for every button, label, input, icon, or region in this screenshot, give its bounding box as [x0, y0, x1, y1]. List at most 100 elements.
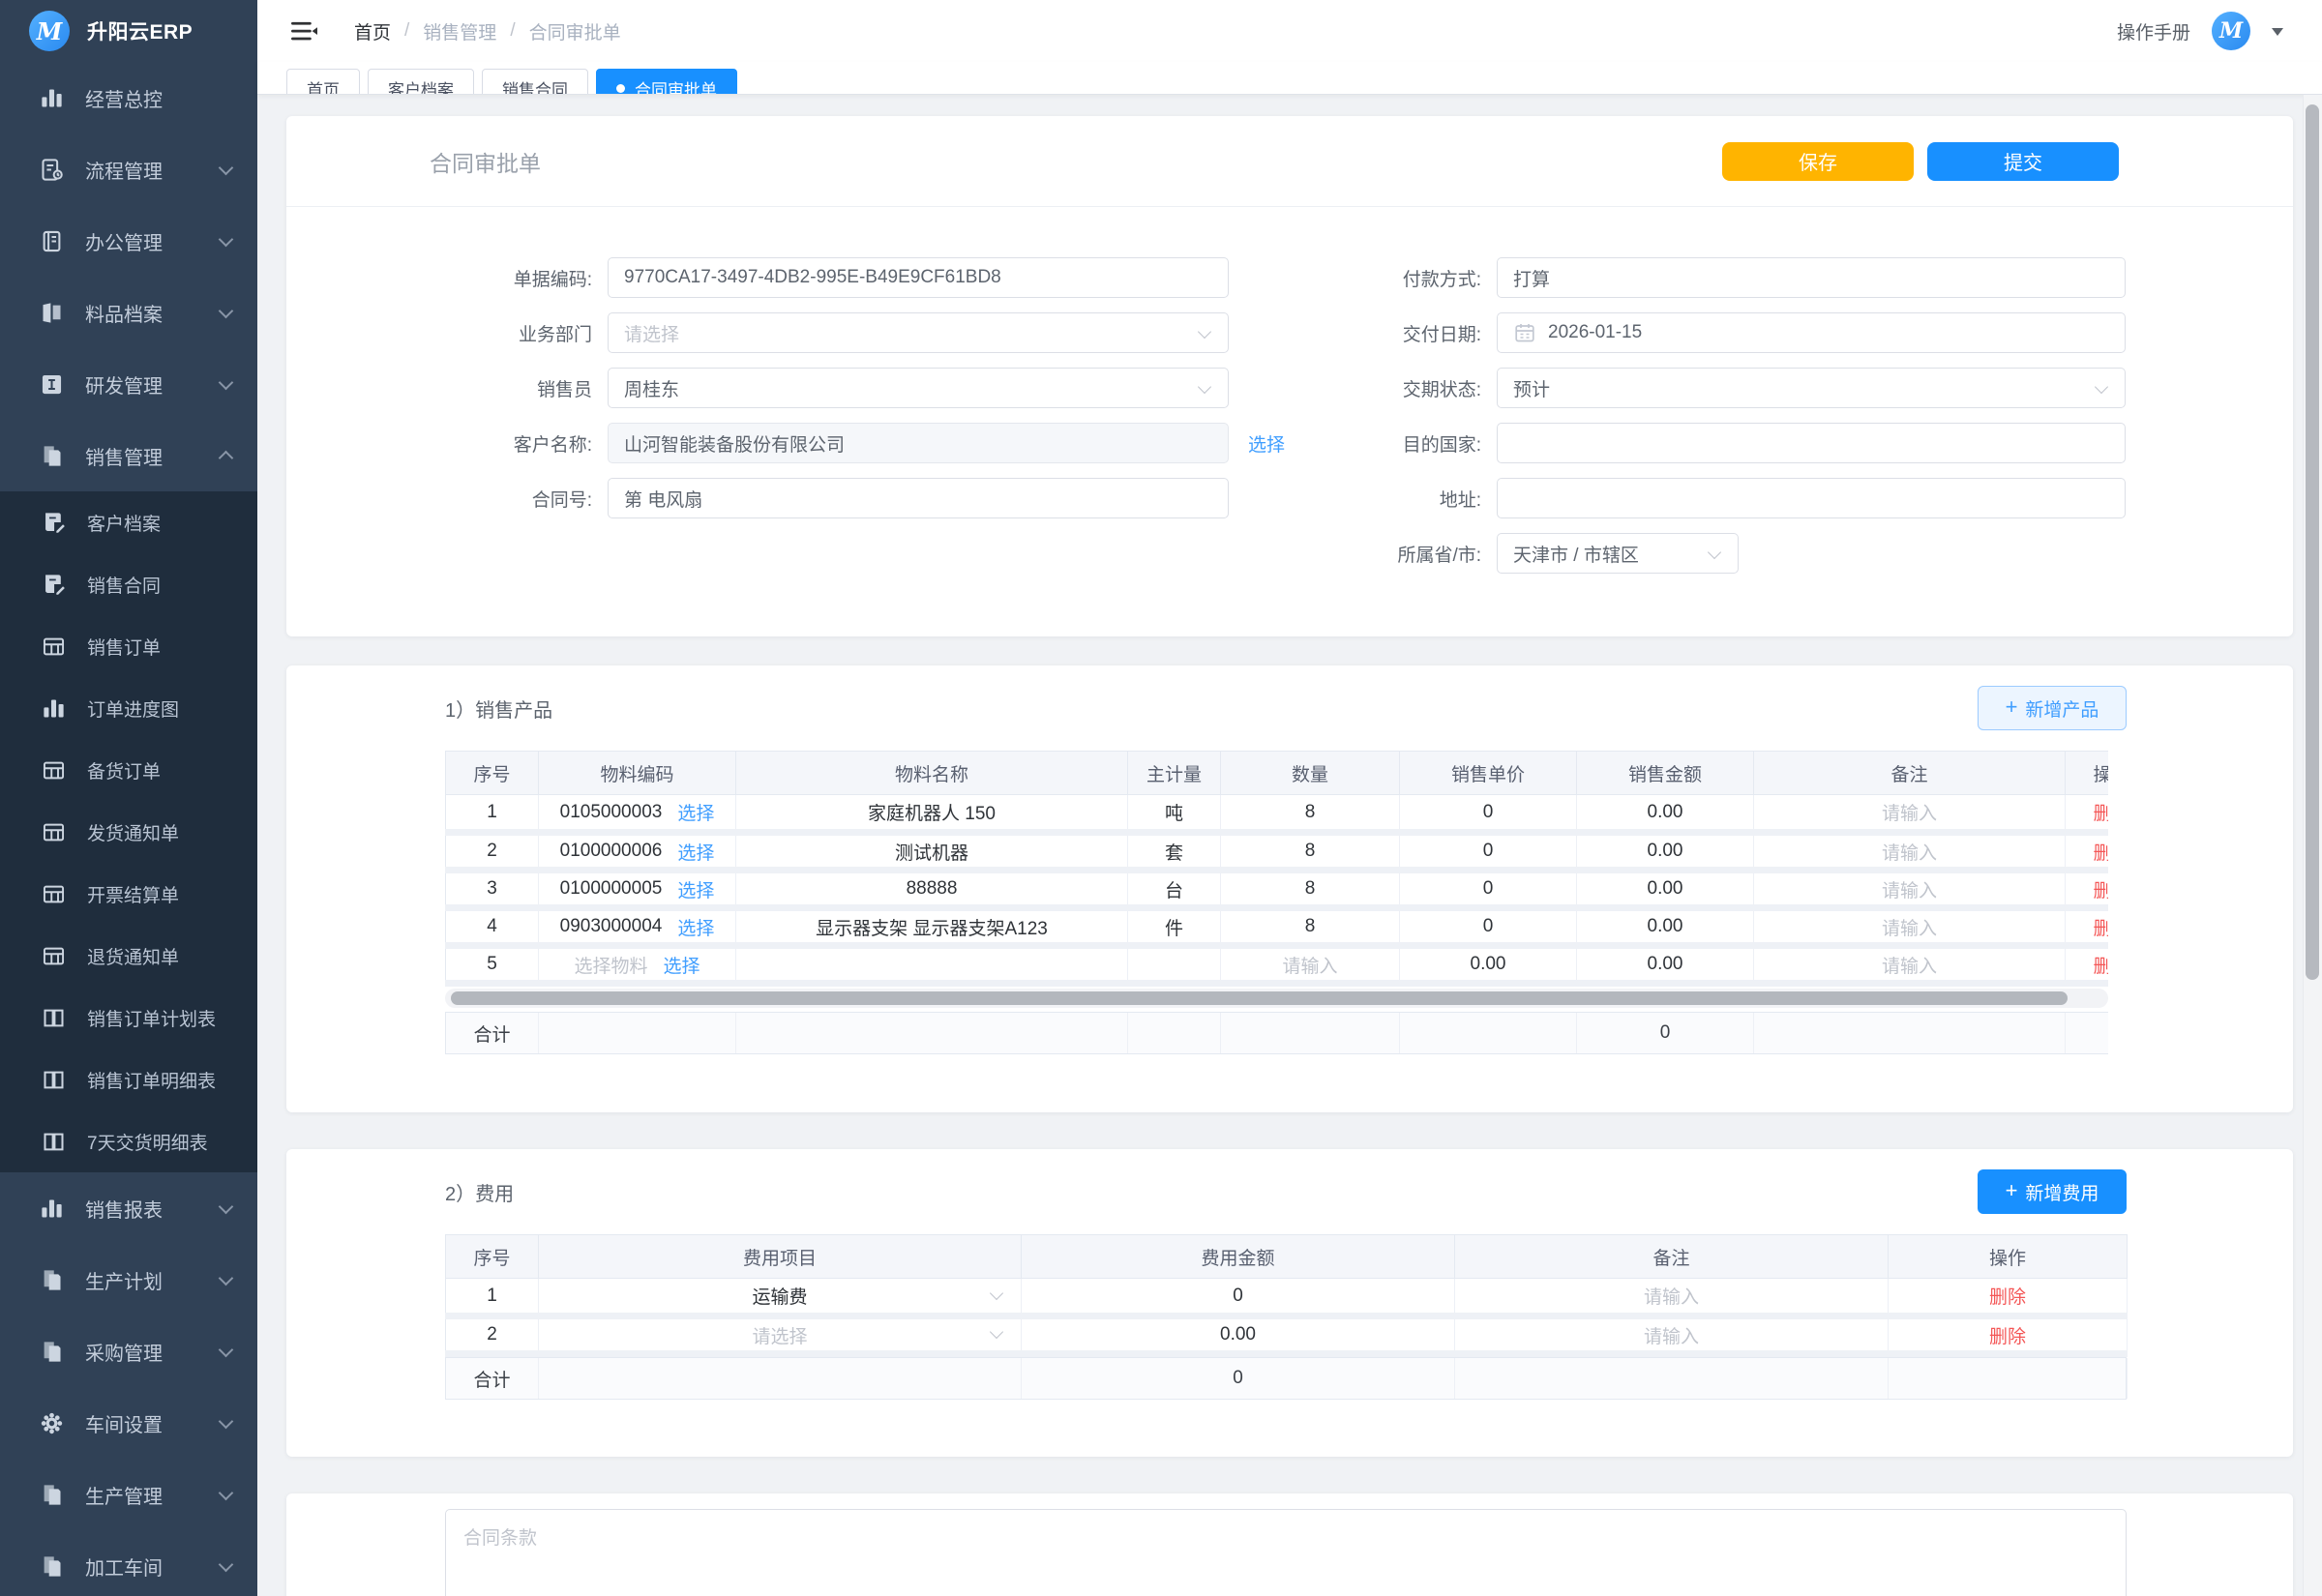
sidebar-item[interactable]: 7天交货明细表 [0, 1110, 257, 1172]
sidebar-collapse-icon[interactable] [290, 18, 317, 44]
remark-input[interactable]: 请输入 [1754, 946, 2066, 984]
sidebar-item[interactable]: 销售订单 [0, 615, 257, 677]
fee-amount-input[interactable]: 0 [1022, 1279, 1455, 1316]
material-code[interactable]: 0100000005 [560, 878, 663, 900]
province-city-select[interactable]: 天津市 / 市辖区 [1497, 533, 1739, 574]
destination-country-input[interactable] [1497, 423, 2126, 463]
vertical-scrollbar-thumb[interactable] [2306, 104, 2319, 980]
avatar[interactable]: M [2212, 12, 2250, 50]
submit-button[interactable]: 提交 [1927, 142, 2119, 181]
horizontal-scrollbar-thumb[interactable] [451, 991, 2068, 1005]
select-material-link[interactable]: 选择 [677, 839, 714, 865]
remark-input[interactable]: 请输入 [1754, 795, 2066, 833]
sidebar-item[interactable]: 销售订单明细表 [0, 1049, 257, 1110]
delete-link[interactable]: 删除 [2066, 871, 2109, 908]
price-input[interactable]: 0 [1400, 871, 1577, 908]
sidebar-item[interactable]: 料品档案 [0, 277, 257, 348]
delivery-date-input[interactable]: 2026-01-15 [1497, 312, 2126, 353]
sidebar-item[interactable]: 退货通知单 [0, 925, 257, 987]
horizontal-scrollbar[interactable] [445, 989, 2108, 1008]
sidebar-item[interactable]: 销售管理 [0, 420, 257, 491]
vertical-scrollbar[interactable] [2303, 95, 2322, 1596]
sidebar-item[interactable]: 销售订单计划表 [0, 987, 257, 1049]
sidebar-item[interactable]: 发货通知单 [0, 801, 257, 863]
material-code[interactable]: 0100000006 [560, 841, 663, 862]
price-input[interactable]: 0 [1400, 833, 1577, 871]
fee-remark-input[interactable]: 请输入 [1455, 1316, 1889, 1354]
sidebar-item[interactable]: 办公管理 [0, 205, 257, 277]
delete-link[interactable]: 删除 [2066, 908, 2109, 946]
add-product-button[interactable]: + 新增产品 [1978, 686, 2127, 730]
user-menu-caret-icon[interactable] [2272, 28, 2283, 42]
remark-input[interactable]: 请输入 [1754, 871, 2066, 908]
sales-products-card: 1）销售产品 + 新增产品 序号物料编码物料名称主计量数量销售单价销售金额备注操… [286, 665, 2293, 1112]
sidebar-item[interactable]: 备货订单 [0, 739, 257, 801]
payment-method-input[interactable]: 打算 [1497, 257, 2126, 298]
sidebar-item[interactable]: 订单进度图 [0, 677, 257, 739]
sidebar-item[interactable]: 研发管理 [0, 348, 257, 420]
sidebar: M 升阳云ERP 经营总控流程管理办公管理料品档案研发管理销售管理客户档案销售合… [0, 0, 257, 1596]
manual-link[interactable]: 操作手册 [2117, 18, 2190, 44]
material-code[interactable]: 0903000004 [560, 916, 663, 937]
sidebar-item[interactable]: 经营总控 [0, 62, 257, 133]
delete-link[interactable]: 删除 [2066, 946, 2109, 984]
sidebar-item[interactable]: 生产管理 [0, 1459, 257, 1530]
fee-amount-input[interactable]: 0.00 [1022, 1316, 1455, 1354]
flow-doc-icon [37, 155, 66, 184]
sidebar-item[interactable]: 流程管理 [0, 133, 257, 205]
topbar-right: 操作手册 M [2117, 12, 2283, 50]
sidebar-item[interactable]: 客户档案 [0, 491, 257, 553]
sidebar-item[interactable]: 销售报表 [0, 1172, 257, 1244]
chevron-down-icon [990, 1286, 1003, 1299]
sidebar-item[interactable]: 生产计划 [0, 1244, 257, 1315]
delete-link[interactable]: 删除 [2066, 833, 2109, 871]
fee-remark-input[interactable]: 请输入 [1455, 1279, 1889, 1316]
qty-input[interactable]: 8 [1221, 795, 1400, 833]
sidebar-item[interactable]: 车间设置 [0, 1387, 257, 1459]
contract-no-input[interactable]: 第 电风扇 [608, 478, 1229, 518]
price-input[interactable]: 0 [1400, 908, 1577, 946]
price-input[interactable]: 0 [1400, 795, 1577, 833]
price-input[interactable]: 0.00 [1400, 946, 1577, 984]
app-logo[interactable]: M 升阳云ERP [0, 0, 257, 62]
qty-input[interactable]: 请输入 [1221, 946, 1400, 984]
select-material-link[interactable]: 选择 [677, 799, 714, 825]
qty-input[interactable]: 8 [1221, 833, 1400, 871]
fee-item-select[interactable]: 请选择 [539, 1316, 1022, 1354]
salesperson-select[interactable]: 周桂东 [608, 368, 1229, 408]
business-dept-select[interactable]: 请选择 [608, 312, 1229, 353]
select-customer-link[interactable]: 选择 [1248, 430, 1285, 457]
contract-terms-textarea[interactable]: 合同条款 [445, 1509, 2127, 1596]
add-fee-button[interactable]: + 新增费用 [1978, 1169, 2127, 1214]
breadcrumb-home[interactable]: 首页 [354, 18, 391, 44]
sidebar-item[interactable]: 销售合同 [0, 553, 257, 615]
delivery-status-select[interactable]: 预计 [1497, 368, 2126, 408]
open-book-icon [39, 1065, 68, 1094]
fee-item-select[interactable]: 运输费 [539, 1279, 1022, 1316]
app-title: 升阳云ERP [87, 16, 193, 45]
select-material-link[interactable]: 选择 [677, 914, 714, 940]
delete-fee-link[interactable]: 删除 [1889, 1279, 2128, 1316]
sidebar-item[interactable]: 开票结算单 [0, 863, 257, 925]
material-code[interactable]: 选择物料 [574, 952, 647, 978]
sidebar-item[interactable]: 采购管理 [0, 1315, 257, 1387]
sidebar-item[interactable]: 加工车间 [0, 1530, 257, 1596]
remark-input[interactable]: 请输入 [1754, 908, 2066, 946]
material-code[interactable]: 0105000003 [560, 802, 663, 823]
select-material-link[interactable]: 选择 [664, 952, 700, 978]
address-input[interactable] [1497, 478, 2126, 518]
tab-active[interactable]: 合同审批单 [596, 69, 737, 95]
doc-code-input[interactable]: 9770CA17-3497-4DB2-995E-B49E9CF61BD8 [608, 257, 1229, 298]
delete-link[interactable]: 删除 [2066, 795, 2109, 833]
app-window: M 升阳云ERP 经营总控流程管理办公管理料品档案研发管理销售管理客户档案销售合… [0, 0, 2322, 1596]
qty-input[interactable]: 8 [1221, 871, 1400, 908]
select-material-link[interactable]: 选择 [677, 876, 714, 902]
delete-fee-link[interactable]: 删除 [1889, 1316, 2128, 1354]
remark-input[interactable]: 请输入 [1754, 833, 2066, 871]
field-label: 单据编码: [286, 265, 608, 291]
tab-item[interactable]: 销售合同 [482, 69, 588, 95]
tab-item[interactable]: 首页 [286, 69, 360, 95]
qty-input[interactable]: 8 [1221, 908, 1400, 946]
save-button[interactable]: 保存 [1722, 142, 1914, 181]
tab-item[interactable]: 客户档案 [368, 69, 474, 95]
